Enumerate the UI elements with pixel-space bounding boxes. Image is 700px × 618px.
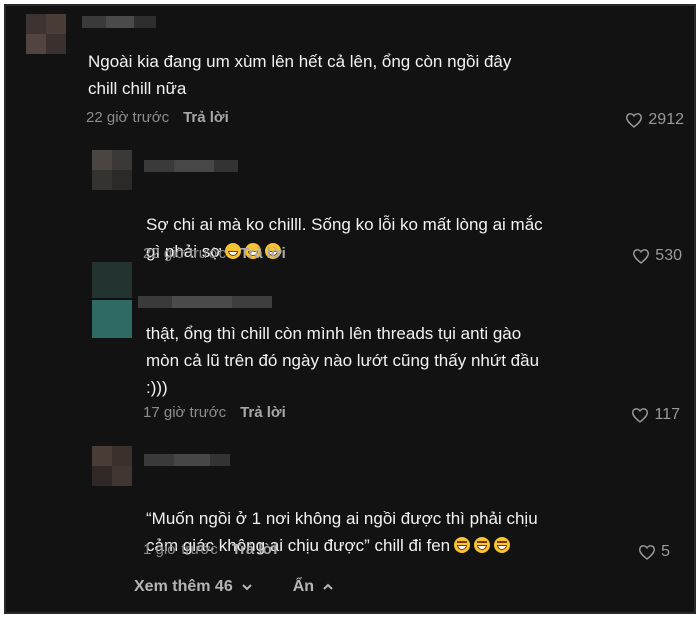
chevron-up-icon [323, 583, 333, 590]
username-blurred[interactable] [144, 454, 230, 466]
comment-footer: Xem thêm 46 Ẩn [134, 578, 334, 596]
comment-meta: 22 giờ trước Trả lời [86, 109, 229, 126]
username-blurred[interactable] [144, 160, 238, 172]
heart-icon [639, 545, 656, 560]
reply-button[interactable]: Trả lời [240, 404, 286, 421]
like-count: 117 [654, 406, 680, 423]
like-count: 5 [661, 543, 670, 560]
avatar[interactable] [92, 150, 132, 190]
comment-time: 22 giờ trước [86, 109, 170, 126]
like-button[interactable]: 5 [638, 543, 670, 561]
like-button[interactable]: 2912 [625, 111, 684, 129]
comment: Ngoài kia đang um xùm lên hết cả lên, ổn… [6, 6, 694, 146]
comment: thật, ổng thì chill còn mình lên threads… [6, 258, 694, 428]
hide-label: Ẩn [292, 578, 315, 595]
comment-meta: 17 giờ trước Trả lời [143, 404, 286, 421]
comment-text: thật, ổng thì chill còn mình lên threads… [146, 324, 540, 397]
view-more-label: Xem thêm 46 [134, 578, 233, 595]
comment: Sợ chi ai mà ko chilll. Sống ko lỗi ko m… [6, 146, 694, 276]
comment: “Muốn ngồi ở 1 nơi không ai ngồi được th… [6, 442, 694, 572]
username-blurred[interactable] [138, 296, 272, 308]
chevron-down-icon [242, 584, 252, 591]
username-blurred[interactable] [82, 16, 156, 28]
avatar[interactable] [92, 262, 132, 338]
comment-time: 1 giờ trước [143, 541, 218, 558]
reply-button[interactable]: Trả lời [183, 109, 229, 126]
avatar[interactable] [92, 446, 132, 486]
comment-meta: 1 giờ trước Trả lời [143, 541, 277, 558]
heart-icon [626, 113, 643, 128]
comment-text: Ngoài kia đang um xùm lên hết cả lên, ổn… [88, 52, 512, 98]
hide-button[interactable]: Ẩn [293, 578, 334, 596]
laugh-icon [494, 537, 511, 553]
view-more-button[interactable]: Xem thêm 46 [134, 578, 253, 596]
laugh-icon [474, 537, 491, 553]
heart-icon [632, 408, 649, 423]
laugh-icon [454, 537, 471, 553]
like-count: 2912 [648, 111, 684, 128]
reply-button[interactable]: Trả lời [232, 541, 278, 558]
like-button[interactable]: 117 [631, 406, 680, 424]
avatar[interactable] [26, 14, 66, 54]
comment-panel: Ngoài kia đang um xùm lên hết cả lên, ổn… [4, 4, 696, 614]
comment-time: 17 giờ trước [143, 404, 227, 421]
